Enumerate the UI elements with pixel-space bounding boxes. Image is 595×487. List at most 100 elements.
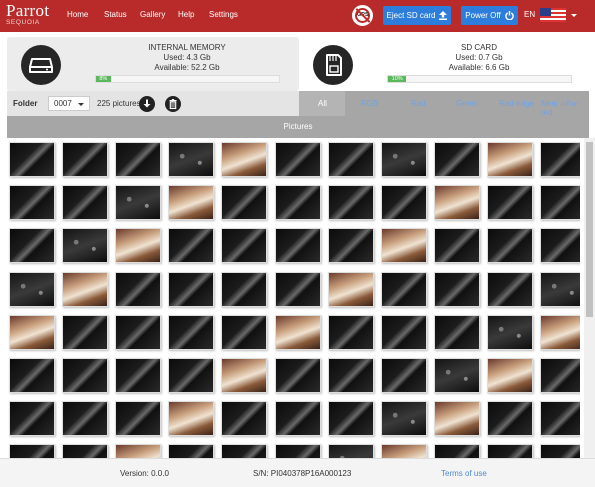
gallery-thumbnail[interactable] xyxy=(115,271,162,307)
gallery-thumbnail[interactable] xyxy=(274,444,321,458)
filter-rgb[interactable]: RGB xyxy=(361,99,378,108)
gallery-thumbnail[interactable] xyxy=(115,228,162,264)
gallery-thumbnail[interactable] xyxy=(486,401,533,437)
chevron-down-icon[interactable] xyxy=(571,14,577,17)
gallery-thumbnail[interactable] xyxy=(274,185,321,221)
gallery-thumbnail[interactable] xyxy=(168,358,215,393)
gallery-thumbnail[interactable] xyxy=(115,358,162,393)
gallery-thumbnail[interactable] xyxy=(380,401,427,437)
gallery-thumbnail[interactable] xyxy=(9,271,55,307)
nav-home[interactable]: Home xyxy=(67,10,88,19)
gallery-thumbnail[interactable] xyxy=(221,142,268,177)
gallery-thumbnail[interactable] xyxy=(115,401,162,437)
gallery-thumbnail[interactable] xyxy=(168,271,215,307)
gallery-thumbnail[interactable] xyxy=(486,185,533,221)
download-button[interactable] xyxy=(139,96,155,112)
gallery-thumbnail[interactable] xyxy=(486,314,533,350)
gallery-thumbnail[interactable] xyxy=(62,142,109,177)
gallery-thumbnail[interactable] xyxy=(540,358,580,393)
gallery-thumbnail[interactable] xyxy=(327,271,374,307)
gallery-thumbnail[interactable] xyxy=(486,444,533,458)
gallery-thumbnail[interactable] xyxy=(274,271,321,307)
gallery-thumbnail[interactable] xyxy=(274,142,321,177)
gallery-thumbnail[interactable] xyxy=(221,358,268,393)
gallery-thumbnail[interactable] xyxy=(168,185,215,221)
gallery-thumbnail[interactable] xyxy=(168,314,215,350)
gallery-thumbnail[interactable] xyxy=(327,444,374,458)
filter-near-infra-red[interactable]: Near infra-red xyxy=(541,99,589,117)
gallery-thumbnail[interactable] xyxy=(221,228,268,264)
gallery-thumbnail[interactable] xyxy=(221,314,268,350)
gallery-thumbnail[interactable] xyxy=(221,444,268,458)
gallery-thumbnail[interactable] xyxy=(433,185,480,221)
gallery-thumbnail[interactable] xyxy=(380,228,427,264)
power-off-button[interactable]: Power Off xyxy=(461,6,518,25)
terms-of-use-link[interactable]: Terms of use xyxy=(441,469,487,478)
gallery-thumbnail[interactable] xyxy=(62,401,109,437)
filter-red-edge[interactable]: Red-edge xyxy=(499,99,534,108)
gallery-thumbnail[interactable] xyxy=(62,185,109,221)
gallery-thumbnail[interactable] xyxy=(327,358,374,393)
gallery-thumbnail[interactable] xyxy=(540,142,580,177)
gallery-thumbnail[interactable] xyxy=(486,358,533,393)
gallery-thumbnail[interactable] xyxy=(221,185,268,221)
gallery-thumbnail[interactable] xyxy=(433,228,480,264)
gallery-thumbnail[interactable] xyxy=(274,314,321,350)
gallery-thumbnail[interactable] xyxy=(486,142,533,177)
folder-select[interactable]: 0007 xyxy=(48,96,90,111)
gallery-thumbnail[interactable] xyxy=(540,314,580,350)
gallery-thumbnail[interactable] xyxy=(274,401,321,437)
eject-sd-card-button[interactable]: Eject SD card xyxy=(383,6,451,25)
gallery-thumbnail[interactable] xyxy=(540,228,580,264)
gallery-thumbnail[interactable] xyxy=(168,228,215,264)
nav-status[interactable]: Status xyxy=(104,10,127,19)
gallery-thumbnail[interactable] xyxy=(62,228,109,264)
gallery-thumbnail[interactable] xyxy=(433,444,480,458)
gallery-thumbnail[interactable] xyxy=(380,271,427,307)
language-label[interactable]: EN xyxy=(524,10,535,19)
filter-green[interactable]: Green xyxy=(456,99,478,108)
gallery-thumbnail[interactable] xyxy=(9,444,55,458)
gallery-thumbnail[interactable] xyxy=(327,185,374,221)
gallery-thumbnail[interactable] xyxy=(486,271,533,307)
gallery-thumbnail[interactable] xyxy=(380,358,427,393)
gallery-thumbnail[interactable] xyxy=(540,185,580,221)
gallery-thumbnail[interactable] xyxy=(9,228,55,264)
gallery-thumbnail[interactable] xyxy=(327,228,374,264)
gallery-thumbnail[interactable] xyxy=(486,228,533,264)
gallery-thumbnail[interactable] xyxy=(380,314,427,350)
nav-help[interactable]: Help xyxy=(178,10,194,19)
gallery-thumbnail[interactable] xyxy=(327,142,374,177)
gallery-thumbnail[interactable] xyxy=(433,401,480,437)
gallery-thumbnail[interactable] xyxy=(274,358,321,393)
gallery-thumbnail[interactable] xyxy=(115,444,162,458)
nav-settings[interactable]: Settings xyxy=(209,10,238,19)
delete-button[interactable] xyxy=(165,96,181,112)
gallery-thumbnail[interactable] xyxy=(380,444,427,458)
gallery-thumbnail[interactable] xyxy=(327,401,374,437)
gallery-thumbnail[interactable] xyxy=(62,314,109,350)
gallery-thumbnail[interactable] xyxy=(380,185,427,221)
brand-logo[interactable]: Parrot SEQUOIA xyxy=(6,2,49,27)
gallery-thumbnail[interactable] xyxy=(433,314,480,350)
gallery-thumbnail[interactable] xyxy=(9,142,55,177)
nav-gallery[interactable]: Gallery xyxy=(140,10,165,19)
gallery-thumbnail[interactable] xyxy=(168,444,215,458)
gallery-thumbnail[interactable] xyxy=(433,358,480,393)
gallery-thumbnail[interactable] xyxy=(115,314,162,350)
scrollbar-thumb[interactable] xyxy=(586,142,593,317)
gallery-thumbnail[interactable] xyxy=(9,314,55,350)
gallery-thumbnail[interactable] xyxy=(115,185,162,221)
gallery-thumbnail[interactable] xyxy=(62,444,109,458)
gallery-thumbnail[interactable] xyxy=(380,142,427,177)
gallery-thumbnail[interactable] xyxy=(9,358,55,393)
gallery-thumbnail[interactable] xyxy=(433,271,480,307)
gallery-thumbnail[interactable] xyxy=(168,401,215,437)
gallery-thumbnail[interactable] xyxy=(9,401,55,437)
gallery-thumbnail[interactable] xyxy=(9,185,55,221)
us-flag-icon[interactable] xyxy=(540,8,566,22)
gallery-thumbnail[interactable] xyxy=(540,444,580,458)
gallery-thumbnail[interactable] xyxy=(433,142,480,177)
gallery-thumbnail[interactable] xyxy=(327,314,374,350)
gallery-thumbnail[interactable] xyxy=(540,271,580,307)
